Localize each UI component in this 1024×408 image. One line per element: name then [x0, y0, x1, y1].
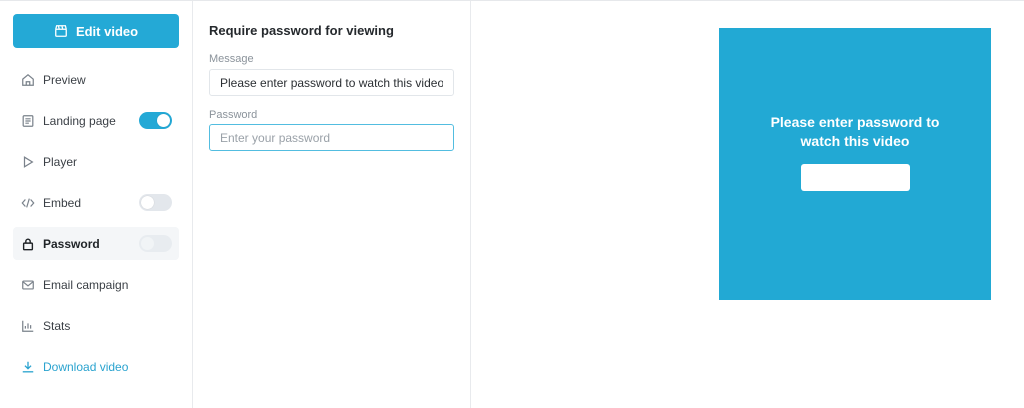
panel-title: Require password for viewing [209, 23, 394, 38]
page-icon [21, 114, 35, 128]
clapperboard-icon [54, 24, 68, 38]
download-icon [21, 360, 35, 374]
password-label: Password [209, 109, 258, 121]
edit-video-button[interactable]: Edit video [13, 14, 179, 48]
sidebar-item-label: Preview [43, 72, 86, 87]
toggle-knob [141, 237, 154, 250]
sidebar-item-player[interactable]: Player [13, 145, 179, 178]
toggle-knob [141, 196, 154, 209]
sidebar-item-password[interactable]: Password [13, 227, 179, 260]
embed-toggle[interactable] [139, 194, 172, 211]
toggle-knob [157, 114, 170, 127]
sidebar-item-stats[interactable]: Stats [13, 309, 179, 342]
code-icon [21, 196, 35, 210]
password-input[interactable] [209, 124, 454, 151]
home-icon [21, 73, 35, 87]
password-toggle[interactable] [139, 235, 172, 252]
message-input[interactable] [209, 69, 454, 96]
sidebar-item-label: Embed [43, 195, 82, 210]
sidebar-item-embed[interactable]: Embed [13, 186, 179, 219]
sidebar-item-email-campaign[interactable]: Email campaign [13, 268, 179, 301]
sidebar-item-preview[interactable]: Preview [13, 63, 179, 96]
edit-video-label: Edit video [75, 23, 139, 39]
message-label: Message [209, 53, 254, 65]
sidebar-item-label: Landing page [43, 113, 116, 128]
mail-icon [21, 278, 35, 292]
stats-icon [21, 319, 35, 333]
sidebar-item-landing-page[interactable]: Landing page [13, 104, 179, 137]
play-icon [21, 155, 35, 169]
password-preview: Please enter password to watch this vide… [719, 28, 991, 300]
sidebar-item-label: Password [43, 236, 100, 251]
sidebar-item-label: Stats [43, 318, 71, 333]
password-settings-panel: Require password for viewing Message Pas… [193, 1, 471, 408]
preview-message: Please enter password to watch this vide… [770, 114, 940, 149]
sidebar: Edit video Preview Landing page Player E… [0, 1, 193, 408]
sidebar-nav: Preview Landing page Player Embed Passwo… [13, 63, 179, 391]
sidebar-item-download-video[interactable]: Download video [13, 350, 179, 383]
sidebar-item-label: Download video [43, 359, 129, 374]
landing-page-toggle[interactable] [139, 112, 172, 129]
lock-icon [21, 237, 35, 251]
preview-password-input[interactable] [800, 164, 910, 191]
sidebar-item-label: Player [43, 154, 78, 169]
sidebar-item-label: Email campaign [43, 277, 129, 292]
